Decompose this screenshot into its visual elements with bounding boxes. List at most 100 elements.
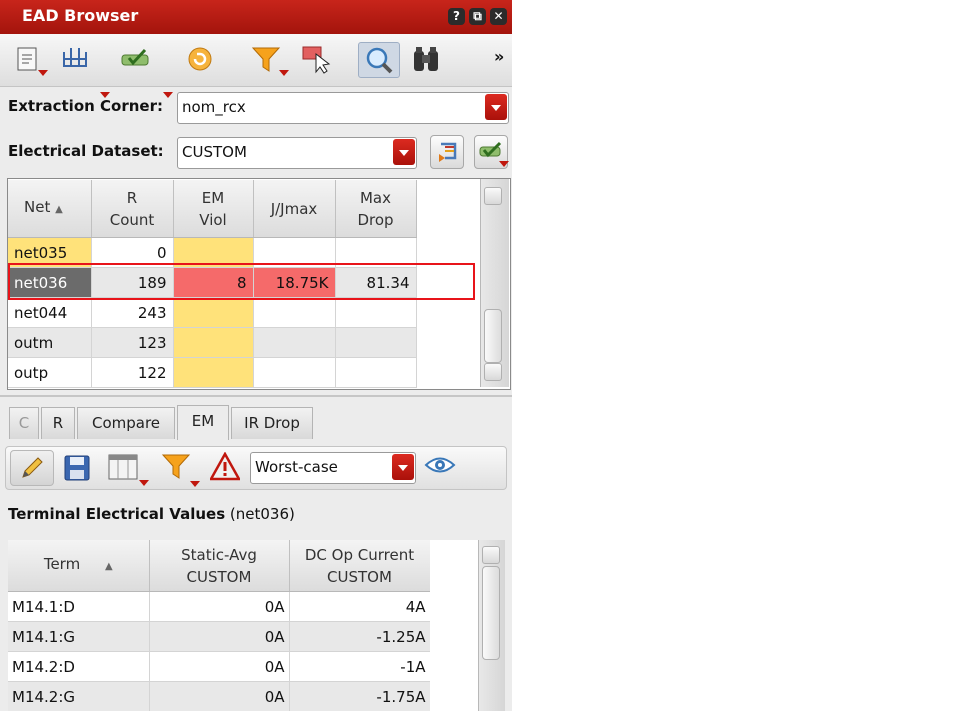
undo-icon bbox=[188, 47, 212, 71]
zoom-button[interactable] bbox=[358, 42, 400, 78]
column-header-net[interactable]: Net ▲ bbox=[8, 180, 92, 238]
filter-button[interactable] bbox=[248, 42, 289, 76]
circuit-icon bbox=[63, 48, 87, 67]
term-cell[interactable]: M14.1:D bbox=[8, 591, 150, 622]
net-cell[interactable]: outm bbox=[8, 327, 92, 358]
help-button[interactable]: ? bbox=[448, 8, 465, 25]
verify-dataset-button[interactable] bbox=[474, 135, 509, 169]
chevron-down-icon[interactable] bbox=[393, 139, 415, 165]
electrical-dataset-select[interactable]: CUSTOM bbox=[177, 137, 417, 169]
tab-compare[interactable]: Compare bbox=[77, 407, 175, 439]
column-header-em-viol[interactable]: EM Viol bbox=[173, 180, 254, 238]
analysis-tabs: C R Compare EM IR Drop bbox=[0, 402, 512, 440]
save-button[interactable] bbox=[62, 453, 92, 487]
pencil-icon bbox=[22, 457, 43, 478]
document-menu-button[interactable] bbox=[10, 42, 48, 76]
table-row[interactable]: outp 122 bbox=[8, 357, 480, 388]
j-jmax-cell[interactable] bbox=[253, 357, 336, 388]
table-row[interactable]: outm 123 bbox=[8, 327, 480, 358]
find-button[interactable] bbox=[406, 42, 446, 76]
columns-button[interactable] bbox=[106, 452, 149, 486]
r-count-cell[interactable]: 123 bbox=[91, 327, 174, 358]
em-viol-cell[interactable] bbox=[173, 327, 254, 358]
r-count-cell[interactable]: 122 bbox=[91, 357, 174, 388]
j-jmax-cell[interactable] bbox=[253, 327, 336, 358]
scroll-up-arrow[interactable] bbox=[484, 187, 502, 205]
scrollbar-thumb[interactable] bbox=[482, 566, 500, 660]
dc-op-current-cell[interactable]: -1.75A bbox=[289, 681, 431, 711]
column-header-max-drop[interactable]: Max Drop bbox=[335, 180, 417, 238]
extraction-corner-select[interactable]: nom_rcx bbox=[177, 92, 509, 124]
circuit-button[interactable] bbox=[55, 42, 95, 76]
chevron-down-icon bbox=[190, 481, 200, 487]
tab-ir-drop[interactable]: IR Drop bbox=[231, 407, 313, 439]
table-row[interactable]: net044 243 bbox=[8, 297, 480, 328]
edit-button[interactable] bbox=[10, 450, 54, 486]
r-count-cell[interactable]: 243 bbox=[91, 297, 174, 328]
dc-op-current-cell[interactable]: -1.25A bbox=[289, 621, 431, 652]
tab-c[interactable]: C bbox=[9, 407, 39, 439]
visibility-button[interactable] bbox=[424, 452, 456, 482]
violations-button[interactable] bbox=[208, 451, 242, 486]
scroll-up-arrow[interactable] bbox=[482, 546, 500, 564]
tab-em[interactable]: EM bbox=[177, 405, 229, 440]
extraction-corner-value: nom_rcx bbox=[182, 98, 246, 116]
static-avg-cell[interactable]: 0A bbox=[149, 651, 290, 682]
float-button[interactable]: ⧉ bbox=[469, 8, 486, 25]
term-cell[interactable]: M14.2:G bbox=[8, 681, 150, 711]
column-header-j-jmax[interactable]: J/Jmax bbox=[253, 180, 336, 238]
electrical-dataset-label: Electrical Dataset: bbox=[8, 142, 164, 160]
em-mode-value: Worst-case bbox=[255, 458, 338, 476]
static-avg-cell[interactable]: 0A bbox=[149, 681, 290, 711]
warning-icon bbox=[208, 451, 242, 481]
em-viol-cell[interactable] bbox=[173, 357, 254, 388]
em-mode-select[interactable]: Worst-case bbox=[250, 452, 416, 484]
undo-button[interactable] bbox=[183, 42, 217, 76]
select-pointer-button[interactable] bbox=[296, 42, 336, 76]
nets-table-header: Net ▲ R Count EM Viol J/Jmax Max Drop bbox=[8, 180, 480, 238]
max-drop-cell[interactable] bbox=[335, 297, 417, 328]
term-cell[interactable]: M14.2:D bbox=[8, 651, 150, 682]
column-header-term[interactable]: Term ▲ bbox=[8, 540, 150, 592]
filter-icon bbox=[161, 454, 191, 479]
net-cell[interactable]: outp bbox=[8, 357, 92, 388]
sort-ascending-icon: ▲ bbox=[104, 561, 113, 572]
dc-op-current-cell[interactable]: -1A bbox=[289, 651, 431, 682]
close-button[interactable]: ✕ bbox=[490, 8, 507, 25]
ead-browser-panel: EAD Browser ? ⧉ ✕ » Extraction Corner: n… bbox=[0, 0, 512, 711]
term-cell[interactable]: M14.1:G bbox=[8, 621, 150, 652]
net-cell[interactable]: net044 bbox=[8, 297, 92, 328]
terminal-table-scrollbar[interactable] bbox=[478, 540, 505, 711]
binoculars-icon bbox=[414, 47, 438, 71]
checkmark-icon bbox=[121, 48, 149, 66]
column-header-static-avg[interactable]: Static-Avg CUSTOM bbox=[149, 540, 290, 592]
max-drop-cell[interactable] bbox=[335, 327, 417, 358]
table-row[interactable]: M14.1:G 0A -1.25A bbox=[8, 621, 431, 652]
table-row[interactable]: M14.1:D 0A 4A bbox=[8, 591, 431, 622]
chevron-down-icon[interactable] bbox=[485, 94, 507, 120]
chevron-down-icon[interactable] bbox=[163, 92, 173, 98]
max-drop-cell[interactable] bbox=[335, 357, 417, 388]
table-row[interactable]: M14.2:D 0A -1A bbox=[8, 651, 431, 682]
column-header-dc-op-current[interactable]: DC Op Current CUSTOM bbox=[289, 540, 431, 592]
column-header-r-count[interactable]: R Count bbox=[91, 180, 174, 238]
static-avg-cell[interactable]: 0A bbox=[149, 621, 290, 652]
terminal-table-header: Term ▲ Static-Avg CUSTOM DC Op Current CUS… bbox=[8, 540, 431, 592]
em-viol-cell[interactable] bbox=[173, 297, 254, 328]
selected-row-highlight bbox=[8, 263, 475, 300]
tab-r[interactable]: R bbox=[41, 407, 75, 439]
check-results-button[interactable] bbox=[118, 42, 154, 76]
load-dataset-button[interactable] bbox=[430, 135, 464, 169]
chevron-down-icon[interactable] bbox=[392, 454, 414, 480]
document-icon bbox=[17, 47, 37, 71]
table-row[interactable]: M14.2:G 0A -1.75A bbox=[8, 681, 431, 711]
scroll-down-arrow[interactable] bbox=[484, 363, 502, 381]
dc-op-current-cell[interactable]: 4A bbox=[289, 591, 431, 622]
static-avg-cell[interactable]: 0A bbox=[149, 591, 290, 622]
nets-table-scrollbar[interactable] bbox=[480, 179, 509, 387]
em-filter-button[interactable] bbox=[161, 451, 200, 487]
scrollbar-thumb[interactable] bbox=[484, 309, 502, 363]
j-jmax-cell[interactable] bbox=[253, 297, 336, 328]
panel-divider[interactable] bbox=[0, 395, 512, 397]
toolbar-overflow-button[interactable]: » bbox=[494, 47, 504, 66]
